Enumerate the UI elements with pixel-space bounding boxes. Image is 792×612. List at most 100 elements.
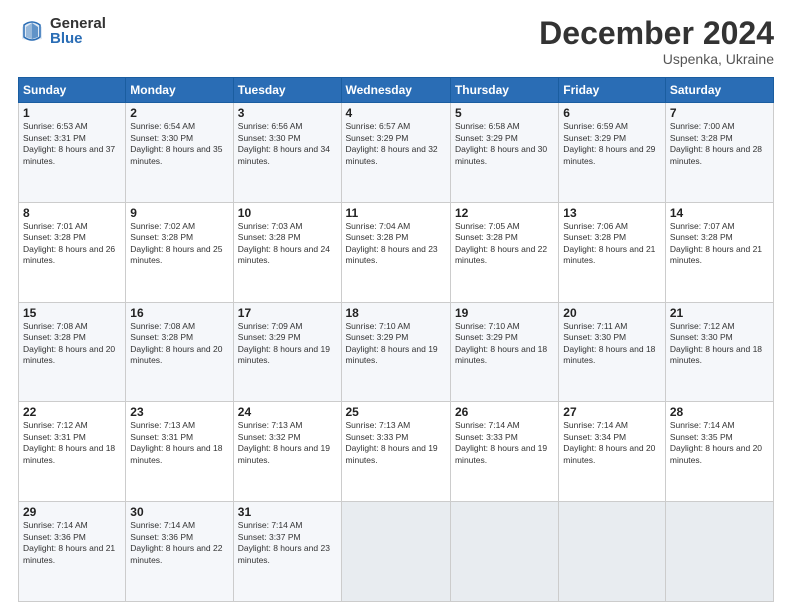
header: General Blue December 2024 Uspenka, Ukra…	[18, 16, 774, 67]
day-number: 25	[346, 405, 446, 419]
day-number: 4	[346, 106, 446, 120]
calendar-day: 27Sunrise: 7:14 AMSunset: 3:34 PMDayligh…	[559, 402, 666, 502]
calendar-table: SundayMondayTuesdayWednesdayThursdayFrid…	[18, 77, 774, 602]
day-detail: Sunrise: 6:58 AMSunset: 3:29 PMDaylight:…	[455, 121, 547, 165]
calendar-day: 16Sunrise: 7:08 AMSunset: 3:28 PMDayligh…	[126, 302, 233, 402]
day-number: 6	[563, 106, 661, 120]
day-detail: Sunrise: 7:08 AMSunset: 3:28 PMDaylight:…	[23, 321, 115, 365]
day-detail: Sunrise: 7:05 AMSunset: 3:28 PMDaylight:…	[455, 221, 547, 265]
day-detail: Sunrise: 7:14 AMSunset: 3:36 PMDaylight:…	[23, 520, 115, 564]
day-detail: Sunrise: 7:08 AMSunset: 3:28 PMDaylight:…	[130, 321, 222, 365]
day-number: 29	[23, 505, 121, 519]
calendar-day: 20Sunrise: 7:11 AMSunset: 3:30 PMDayligh…	[559, 302, 666, 402]
day-detail: Sunrise: 7:14 AMSunset: 3:36 PMDaylight:…	[130, 520, 222, 564]
weekday-header-friday: Friday	[559, 78, 666, 103]
page: General Blue December 2024 Uspenka, Ukra…	[0, 0, 792, 612]
calendar-day: 21Sunrise: 7:12 AMSunset: 3:30 PMDayligh…	[665, 302, 773, 402]
day-detail: Sunrise: 7:14 AMSunset: 3:35 PMDaylight:…	[670, 420, 762, 464]
calendar-day: 3Sunrise: 6:56 AMSunset: 3:30 PMDaylight…	[233, 103, 341, 203]
day-number: 22	[23, 405, 121, 419]
day-number: 18	[346, 306, 446, 320]
calendar-day: 17Sunrise: 7:09 AMSunset: 3:29 PMDayligh…	[233, 302, 341, 402]
day-number: 10	[238, 206, 337, 220]
calendar-day: 7Sunrise: 7:00 AMSunset: 3:28 PMDaylight…	[665, 103, 773, 203]
day-detail: Sunrise: 7:04 AMSunset: 3:28 PMDaylight:…	[346, 221, 438, 265]
day-number: 8	[23, 206, 121, 220]
day-number: 17	[238, 306, 337, 320]
day-detail: Sunrise: 7:06 AMSunset: 3:28 PMDaylight:…	[563, 221, 655, 265]
calendar-header: SundayMondayTuesdayWednesdayThursdayFrid…	[19, 78, 774, 103]
day-number: 11	[346, 206, 446, 220]
day-number: 26	[455, 405, 554, 419]
day-number: 12	[455, 206, 554, 220]
weekday-header-sunday: Sunday	[19, 78, 126, 103]
day-detail: Sunrise: 7:13 AMSunset: 3:32 PMDaylight:…	[238, 420, 330, 464]
day-detail: Sunrise: 7:09 AMSunset: 3:29 PMDaylight:…	[238, 321, 330, 365]
logo-text: General Blue	[50, 16, 106, 46]
calendar-day: 4Sunrise: 6:57 AMSunset: 3:29 PMDaylight…	[341, 103, 450, 203]
weekday-header-tuesday: Tuesday	[233, 78, 341, 103]
day-detail: Sunrise: 7:03 AMSunset: 3:28 PMDaylight:…	[238, 221, 330, 265]
calendar-body: 1Sunrise: 6:53 AMSunset: 3:31 PMDaylight…	[19, 103, 774, 602]
weekday-header-thursday: Thursday	[450, 78, 558, 103]
calendar-day: 12Sunrise: 7:05 AMSunset: 3:28 PMDayligh…	[450, 202, 558, 302]
calendar-week-3: 15Sunrise: 7:08 AMSunset: 3:28 PMDayligh…	[19, 302, 774, 402]
day-detail: Sunrise: 7:07 AMSunset: 3:28 PMDaylight:…	[670, 221, 762, 265]
calendar-day	[450, 502, 558, 602]
logo-icon	[18, 17, 46, 45]
calendar-day: 24Sunrise: 7:13 AMSunset: 3:32 PMDayligh…	[233, 402, 341, 502]
calendar-day: 10Sunrise: 7:03 AMSunset: 3:28 PMDayligh…	[233, 202, 341, 302]
logo-general-text: General	[50, 16, 106, 31]
calendar-day: 11Sunrise: 7:04 AMSunset: 3:28 PMDayligh…	[341, 202, 450, 302]
day-detail: Sunrise: 7:14 AMSunset: 3:33 PMDaylight:…	[455, 420, 547, 464]
calendar-day	[341, 502, 450, 602]
day-number: 30	[130, 505, 228, 519]
calendar-week-5: 29Sunrise: 7:14 AMSunset: 3:36 PMDayligh…	[19, 502, 774, 602]
calendar-day: 14Sunrise: 7:07 AMSunset: 3:28 PMDayligh…	[665, 202, 773, 302]
day-detail: Sunrise: 7:12 AMSunset: 3:30 PMDaylight:…	[670, 321, 762, 365]
day-detail: Sunrise: 7:02 AMSunset: 3:28 PMDaylight:…	[130, 221, 222, 265]
calendar-day	[559, 502, 666, 602]
calendar-day: 6Sunrise: 6:59 AMSunset: 3:29 PMDaylight…	[559, 103, 666, 203]
calendar-day	[665, 502, 773, 602]
day-detail: Sunrise: 6:53 AMSunset: 3:31 PMDaylight:…	[23, 121, 115, 165]
day-detail: Sunrise: 7:12 AMSunset: 3:31 PMDaylight:…	[23, 420, 115, 464]
day-number: 5	[455, 106, 554, 120]
calendar-day: 1Sunrise: 6:53 AMSunset: 3:31 PMDaylight…	[19, 103, 126, 203]
day-number: 19	[455, 306, 554, 320]
day-number: 9	[130, 206, 228, 220]
calendar-day: 19Sunrise: 7:10 AMSunset: 3:29 PMDayligh…	[450, 302, 558, 402]
day-number: 27	[563, 405, 661, 419]
day-detail: Sunrise: 7:00 AMSunset: 3:28 PMDaylight:…	[670, 121, 762, 165]
weekday-header-monday: Monday	[126, 78, 233, 103]
day-detail: Sunrise: 7:10 AMSunset: 3:29 PMDaylight:…	[455, 321, 547, 365]
day-number: 1	[23, 106, 121, 120]
day-number: 31	[238, 505, 337, 519]
location-subtitle: Uspenka, Ukraine	[539, 51, 774, 67]
day-number: 24	[238, 405, 337, 419]
title-area: December 2024 Uspenka, Ukraine	[539, 16, 774, 67]
calendar-day: 22Sunrise: 7:12 AMSunset: 3:31 PMDayligh…	[19, 402, 126, 502]
day-detail: Sunrise: 7:13 AMSunset: 3:31 PMDaylight:…	[130, 420, 222, 464]
calendar-week-4: 22Sunrise: 7:12 AMSunset: 3:31 PMDayligh…	[19, 402, 774, 502]
day-detail: Sunrise: 6:57 AMSunset: 3:29 PMDaylight:…	[346, 121, 438, 165]
calendar-day: 30Sunrise: 7:14 AMSunset: 3:36 PMDayligh…	[126, 502, 233, 602]
day-number: 28	[670, 405, 769, 419]
calendar-day: 9Sunrise: 7:02 AMSunset: 3:28 PMDaylight…	[126, 202, 233, 302]
day-number: 3	[238, 106, 337, 120]
month-title: December 2024	[539, 16, 774, 51]
calendar-day: 28Sunrise: 7:14 AMSunset: 3:35 PMDayligh…	[665, 402, 773, 502]
day-detail: Sunrise: 7:14 AMSunset: 3:34 PMDaylight:…	[563, 420, 655, 464]
day-number: 7	[670, 106, 769, 120]
weekday-header-wednesday: Wednesday	[341, 78, 450, 103]
day-number: 21	[670, 306, 769, 320]
day-detail: Sunrise: 7:14 AMSunset: 3:37 PMDaylight:…	[238, 520, 330, 564]
calendar-day: 8Sunrise: 7:01 AMSunset: 3:28 PMDaylight…	[19, 202, 126, 302]
calendar-day: 26Sunrise: 7:14 AMSunset: 3:33 PMDayligh…	[450, 402, 558, 502]
day-detail: Sunrise: 7:10 AMSunset: 3:29 PMDaylight:…	[346, 321, 438, 365]
logo: General Blue	[18, 16, 106, 46]
calendar-week-1: 1Sunrise: 6:53 AMSunset: 3:31 PMDaylight…	[19, 103, 774, 203]
calendar-day: 2Sunrise: 6:54 AMSunset: 3:30 PMDaylight…	[126, 103, 233, 203]
day-number: 23	[130, 405, 228, 419]
day-detail: Sunrise: 7:01 AMSunset: 3:28 PMDaylight:…	[23, 221, 115, 265]
